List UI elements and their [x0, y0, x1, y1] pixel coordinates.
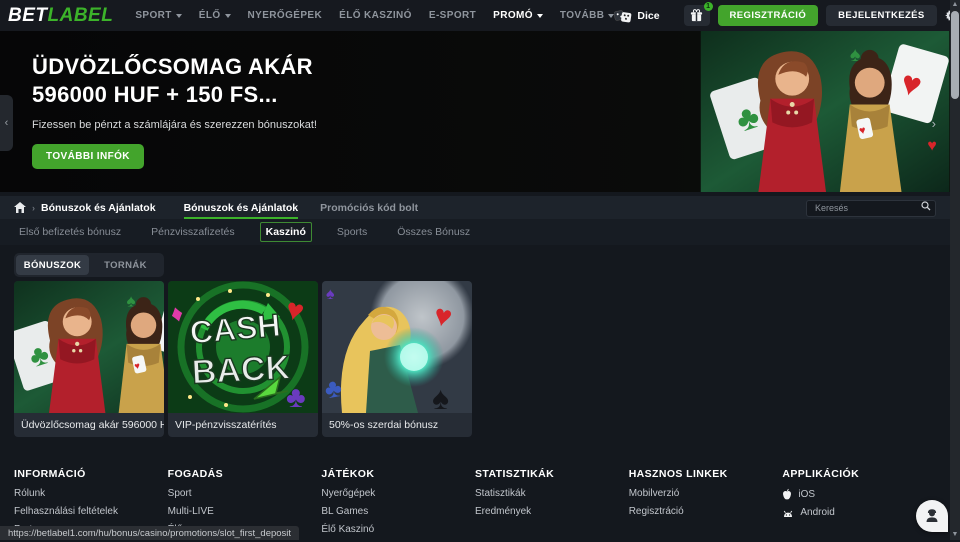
breadcrumb-current[interactable]: Bónuszok és Ajánlatok [41, 202, 156, 214]
breadcrumb: › Bónuszok és Ajánlatok [14, 202, 156, 214]
bonus-card-welcome-package[interactable]: Üdvözlőcsomag akár 596000 HU... [14, 281, 164, 437]
bonus-card-vip-cashback[interactable]: CASH BACK ♥ ♣ ♦ VIP-pénzvisszatérítés [168, 281, 318, 437]
tab-promocios-kod-bolt[interactable]: Promóciós kód bolt [320, 196, 418, 219]
breadcrumb-tabs-bar: › Bónuszok és Ajánlatok Bónuszok és Aján… [0, 196, 950, 219]
main-nav: SPORT ÉLŐ NYERŐGÉPEK ÉLŐ KASZINÓ E-SPORT… [135, 10, 615, 21]
footer-link-android[interactable]: Android [782, 507, 936, 518]
promo-hero-banner[interactable]: ÜDVÖZLŐCSOMAG AKÁR 596000 HUF + 150 FS..… [0, 31, 950, 192]
gift-icon [690, 9, 703, 22]
footer-link-multi-live[interactable]: Multi-LIVE [168, 506, 322, 517]
bonus-torna-toggle: BÓNUSZOK TORNÁK [14, 253, 164, 277]
footer-col-jatekok: JÁTÉKOK Nyerőgépek BL Games Élő Kaszinó [321, 468, 475, 542]
nav-item-nyerogepek[interactable]: NYERŐGÉPEK [248, 10, 323, 21]
chevron-down-icon [224, 13, 231, 18]
hero-title: ÜDVÖZLŐCSOMAG AKÁR 596000 HUF + 150 FS..… [32, 54, 313, 107]
toggle-tornak[interactable]: TORNÁK [89, 255, 162, 275]
home-icon[interactable] [14, 202, 26, 213]
link-status-bar: https://betlabel1.com/hu/bonus/casino/pr… [0, 526, 300, 540]
betlabel-logo[interactable]: BETLABEL [8, 5, 113, 27]
apple-icon [783, 488, 792, 500]
welcome-package-card-image [14, 281, 164, 413]
footer-link-eredmenyek[interactable]: Eredmények [475, 506, 629, 517]
nav-item-elo-kaszino[interactable]: ÉLŐ KASZINÓ [339, 10, 412, 21]
nav-item-esport[interactable]: E-SPORT [429, 10, 476, 21]
dice-game-link[interactable]: Dice [614, 8, 660, 24]
footer-link-sport[interactable]: Sport [168, 488, 322, 499]
search-icon[interactable] [921, 201, 931, 211]
svg-text:♣: ♣ [286, 381, 306, 413]
nav-item-tovabb[interactable]: TOVÁBB [560, 10, 615, 21]
footer-col-applikaciok: APPLIKÁCIÓK iOS Android [782, 468, 936, 542]
search-box [806, 198, 936, 217]
carousel-prev-button[interactable]: ‹ [0, 95, 13, 151]
nav-item-sport[interactable]: SPORT [135, 10, 182, 21]
dice-label: Dice [637, 9, 660, 22]
tab-bonuszok-es-ajanlatok[interactable]: Bónuszok és Ajánlatok [183, 196, 298, 219]
card-caption: 50%-os szerdai bónusz [329, 419, 439, 431]
svg-text:♠: ♠ [326, 286, 335, 303]
carousel-next-button[interactable]: › [932, 116, 936, 131]
toggle-bonuszok[interactable]: BÓNUSZOK [16, 255, 89, 275]
footer-link-ios[interactable]: iOS [782, 488, 936, 500]
scroll-down-arrow[interactable]: ▼ [950, 530, 960, 540]
bonus-card-wednesday-bonus[interactable]: ♥ ♠ ♣ ♠ 50%-os szerdai bónusz [322, 281, 472, 437]
footer-link-elo-kaszino[interactable]: Élő Kaszinó [321, 524, 475, 535]
support-agent-icon [926, 509, 938, 522]
scroll-up-arrow[interactable]: ▲ [950, 0, 960, 10]
footer-link-mobilverzio[interactable]: Mobilverzió [629, 488, 783, 499]
gift-badge: 1 [703, 2, 713, 11]
footer-link-regisztracio[interactable]: Regisztráció [629, 506, 783, 517]
hero-subtitle: Fizessen be pénzt a számlájára és szerez… [32, 119, 317, 131]
logo-text-bet: BET [8, 4, 48, 26]
chevron-down-icon [175, 13, 182, 18]
betlabel-page: BETLABEL SPORT ÉLŐ NYERŐGÉPEK ÉLŐ KASZIN… [0, 0, 960, 540]
scrollbar-thumb[interactable] [951, 11, 959, 99]
register-button[interactable]: REGISZTRÁCIÓ [717, 5, 819, 26]
cashback-card-image: CASH BACK ♥ ♣ ♦ [168, 281, 318, 413]
subtab-elso-befizetes-bonusz[interactable]: Első befizetés bónusz [14, 223, 126, 241]
breadcrumb-separator: › [32, 202, 35, 213]
card-caption: Üdvözlőcsomag akár 596000 HU... [21, 419, 164, 431]
page-tabs: Bónuszok és Ajánlatok Promóciós kód bolt [183, 196, 418, 219]
header-right-controls: Dice 1 REGISZTRÁCIÓ BEJELENTKEZÉS [614, 2, 960, 26]
top-navigation-bar: BETLABEL SPORT ÉLŐ NYERŐGÉPEK ÉLŐ KASZIN… [0, 0, 958, 31]
subtab-kaszino[interactable]: Kaszinó [259, 222, 312, 242]
logo-text-label: LABEL [47, 4, 114, 26]
hero-text-block: ÜDVÖZLŐCSOMAG AKÁR 596000 HUF + 150 FS..… [32, 53, 317, 169]
footer-link-felhasznalasi-feltetelek[interactable]: Felhasználási feltételek [14, 506, 168, 517]
hero-banner-image [700, 31, 950, 192]
card-caption: VIP-pénzvisszatérítés [175, 419, 277, 431]
footer-col-statisztikak: STATISZTIKÁK Statisztikák Eredmények [475, 468, 629, 542]
subtab-osszes-bonusz[interactable]: Összes Bónusz [392, 223, 475, 241]
login-button[interactable]: BEJELENTKEZÉS [826, 5, 937, 26]
footer-col-hasznos-linkek: HASZNOS LINKEK Mobilverzió Regisztráció [629, 468, 783, 542]
footer-link-nyerogepek[interactable]: Nyerőgépek [321, 488, 475, 499]
bonus-card-grid: Üdvözlőcsomag akár 596000 HU... CASH BAC… [14, 281, 472, 437]
support-chat-button[interactable] [916, 500, 948, 532]
nav-item-promo[interactable]: PROMÓ [493, 10, 543, 21]
android-icon [784, 510, 793, 517]
more-info-button[interactable]: TOVÁBBI INFÓK [32, 144, 144, 169]
nav-item-elo[interactable]: ÉLŐ [199, 10, 231, 21]
footer-link-statisztikak[interactable]: Statisztikák [475, 488, 629, 499]
promotions-gift-button[interactable]: 1 [683, 2, 713, 26]
page-scrollbar[interactable]: ▲ ▼ [950, 0, 960, 540]
search-input[interactable] [806, 199, 936, 217]
svg-text:♠: ♠ [432, 380, 449, 413]
subtab-penzvisszafizetes[interactable]: Pénzvisszafizetés [146, 223, 239, 241]
chevron-down-icon [536, 13, 543, 18]
wednesday-bonus-card-image: ♥ ♠ ♣ ♠ [322, 281, 472, 413]
dice-icon [614, 9, 632, 22]
footer-link-bl-games[interactable]: BL Games [321, 506, 475, 517]
bonus-filter-tabs: Első befizetés bónusz Pénzvisszafizetés … [0, 219, 950, 245]
subtab-sports[interactable]: Sports [332, 223, 372, 241]
footer-link-rolunk[interactable]: Rólunk [14, 488, 168, 499]
